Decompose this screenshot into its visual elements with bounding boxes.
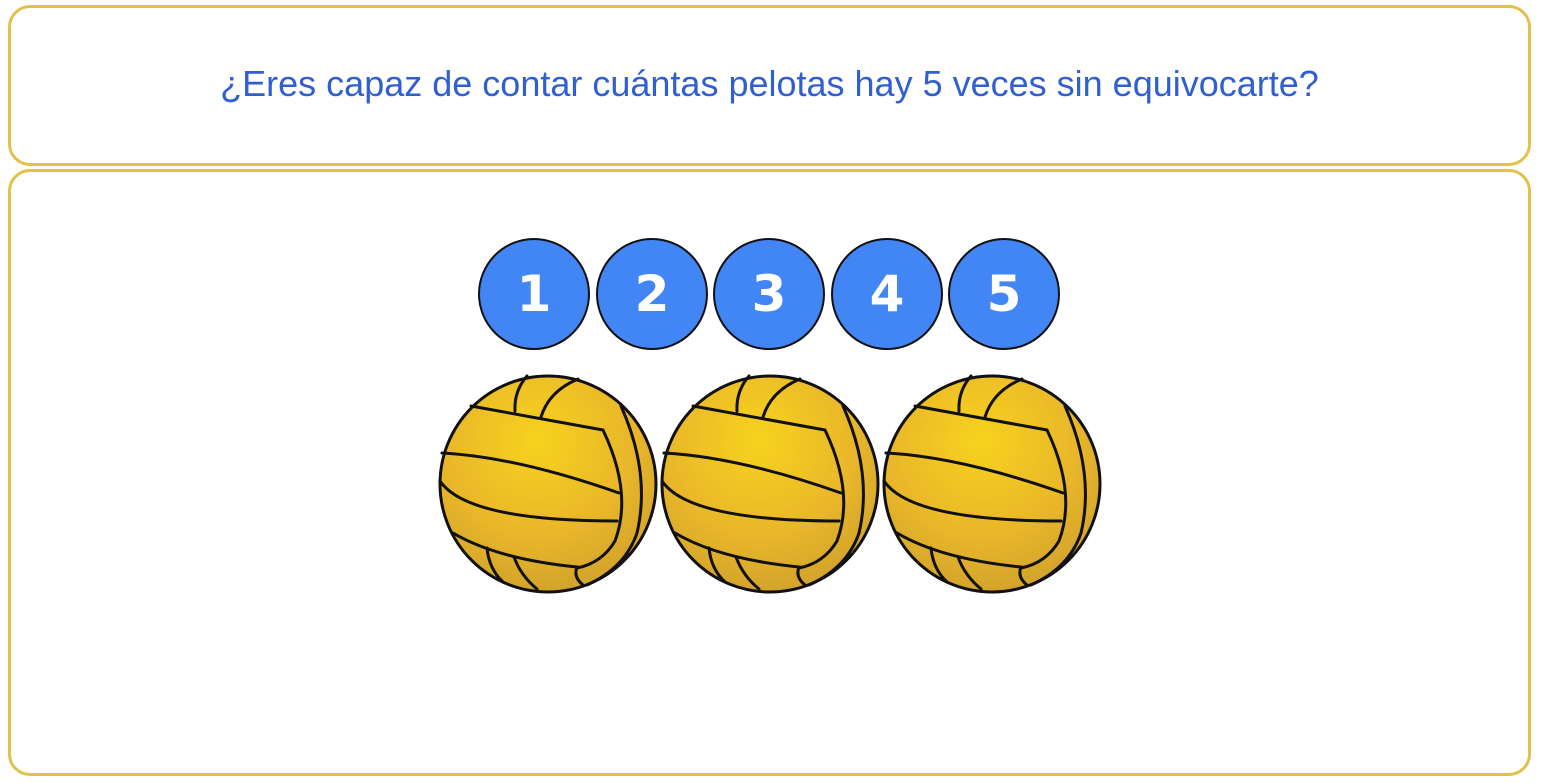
water-polo-ball-icon [659, 373, 881, 595]
counter-button-2[interactable]: 2 [596, 238, 708, 350]
counter-button-4[interactable]: 4 [831, 238, 943, 350]
counter-button-5[interactable]: 5 [948, 238, 1060, 350]
counter-button-3[interactable]: 3 [713, 238, 825, 350]
water-polo-ball-icon [437, 373, 659, 595]
counter-button-1[interactable]: 1 [478, 238, 590, 350]
water-polo-ball-icon [881, 373, 1103, 595]
question-text: ¿Eres capaz de contar cuántas pelotas ha… [220, 62, 1319, 104]
question-panel: ¿Eres capaz de contar cuántas pelotas ha… [8, 5, 1531, 166]
